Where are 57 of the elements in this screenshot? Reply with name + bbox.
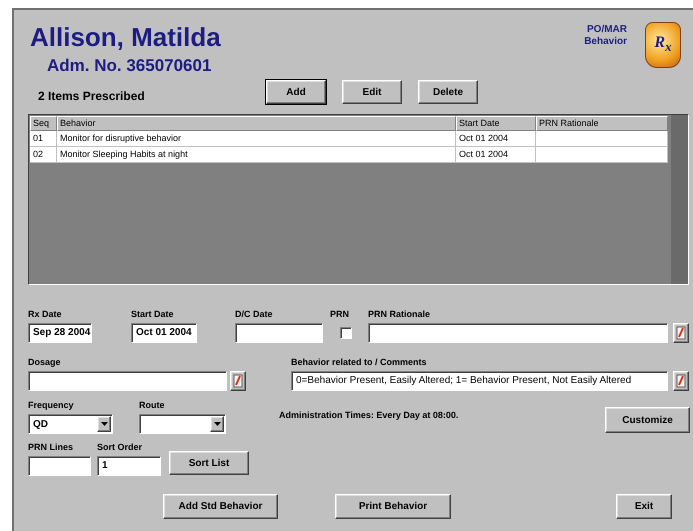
table-cell: Monitor for disruptive behavior [57,131,456,147]
toolbar-button[interactable]: Add [266,80,326,104]
text-field[interactable] [28,371,227,391]
column-header: Behavior [57,116,456,131]
pencil-icon [233,374,243,388]
sort-list-button[interactable]: Sort List [169,451,249,475]
patient-name: Allison, Matilda [30,22,222,52]
module-title: PO/MAR [586,24,627,36]
field-label: PRN [330,309,350,320]
text-field[interactable] [28,456,91,476]
rx-label: R$_{x}$ [654,34,672,56]
table-cell: Oct 01 2004 [456,147,536,163]
toolbar-button[interactable]: Delete [418,80,478,104]
field-label: Frequency [28,400,75,411]
admission-number: Adm. No. 365070601 [47,56,212,76]
field-label: Behavior related to / Comments [291,357,428,368]
column-header: Seq [30,116,57,131]
dropdown-arrow-button[interactable] [210,416,224,432]
dropdown-field[interactable] [139,414,226,434]
pencil-icon [676,374,686,388]
edit-text-button[interactable] [673,323,689,343]
caret-icon [100,422,108,426]
field-label: PRN Rationale [368,309,432,320]
text-field[interactable]: 0=Behavior Present, Easily Altered; 1= Behavior Present, Not Easily Altered [291,371,668,391]
item-count: 2 Items Prescribed [37,88,146,103]
field-label: Start Date [131,309,175,320]
table-cell: 01 [30,131,57,147]
table-cell: 02 [30,147,57,163]
text-field[interactable]: 1 [97,456,161,476]
toolbar-button[interactable]: Edit [342,80,402,104]
table-cell: Oct 01 2004 [456,131,536,147]
dropdown-arrow-button[interactable] [97,416,111,432]
edit-text-button[interactable] [230,371,246,391]
field-label: Rx Date [28,309,63,320]
field-label: PRN Lines [28,442,74,453]
field-label: Sort Order [97,442,144,453]
prn-checkbox[interactable] [340,327,352,339]
column-header: PRN Rationale [536,116,668,131]
text-field[interactable] [368,323,668,343]
dropdown-field[interactable]: QD [28,414,113,434]
column-header: Start Date [456,116,536,131]
caret-icon [214,422,220,426]
customize-button[interactable]: Customize [605,407,690,433]
date-field[interactable]: Oct 01 2004 [131,323,197,343]
module-subtitle: Behavior [584,36,627,48]
footer-button[interactable]: Exit [616,494,672,519]
edit-text-button[interactable] [673,371,689,391]
date-field[interactable]: Sep 28 2004 [28,323,92,343]
pencil-icon [676,326,686,340]
administration-times: Administration Times: Every Day at 08:00. [279,410,458,420]
footer-button[interactable]: Add Std Behavior [163,494,278,519]
field-label: Route [139,400,166,411]
table-cell: Monitor Sleeping Habits at night [57,147,456,163]
field-label: D/C Date [235,309,274,320]
field-label: Dosage [28,357,62,368]
date-field[interactable] [235,323,323,343]
footer-button[interactable]: Print Behavior [335,494,451,519]
